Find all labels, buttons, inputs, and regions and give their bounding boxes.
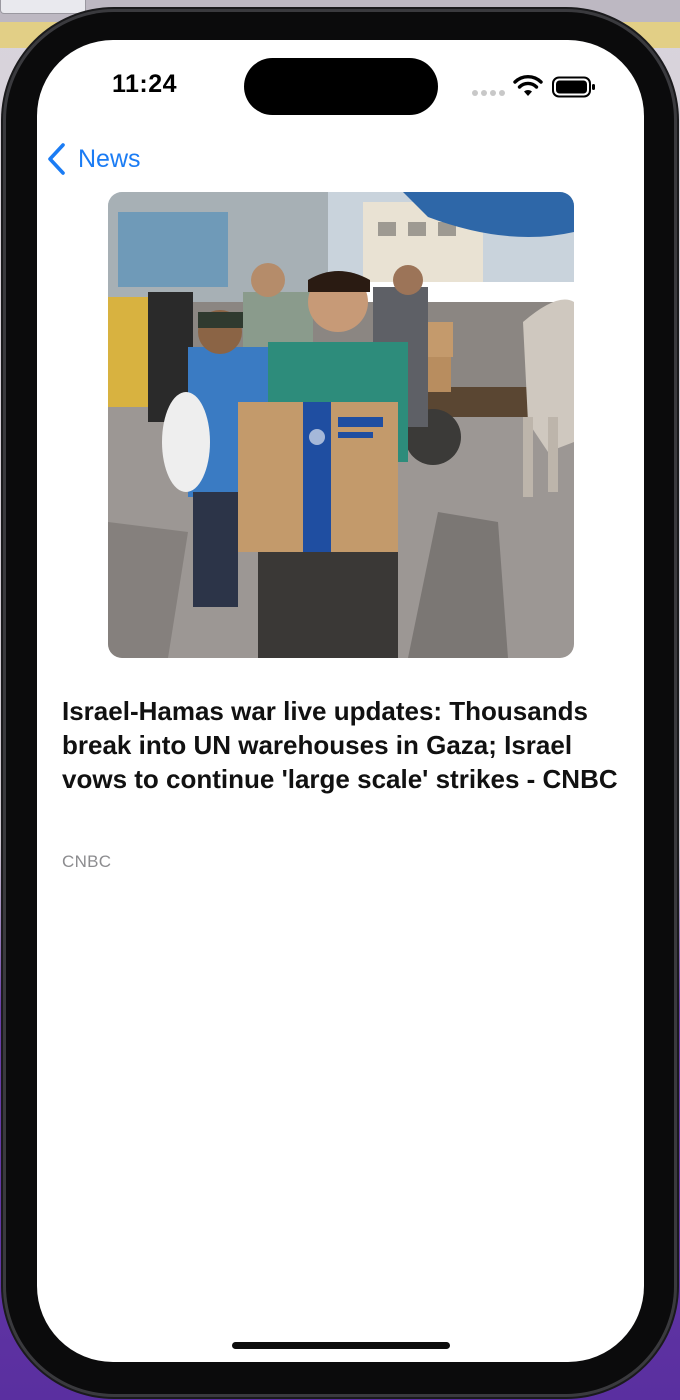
dynamic-island: [244, 58, 438, 115]
cellular-signal-icon: [472, 90, 505, 96]
article-headline: Israel-Hamas war live updates: Thousands…: [62, 696, 618, 794]
back-button-label: News: [78, 144, 141, 173]
chevron-left-icon: [48, 143, 65, 175]
battery-icon: [552, 76, 595, 98]
article-image: [108, 192, 574, 658]
status-bar-time: 11:24: [112, 70, 178, 98]
article-source: CNBC: [62, 852, 112, 871]
back-button[interactable]: News: [46, 141, 141, 177]
home-indicator[interactable]: [232, 1342, 450, 1349]
desktop-window-tab: [0, 0, 86, 14]
wifi-icon: [513, 75, 543, 96]
